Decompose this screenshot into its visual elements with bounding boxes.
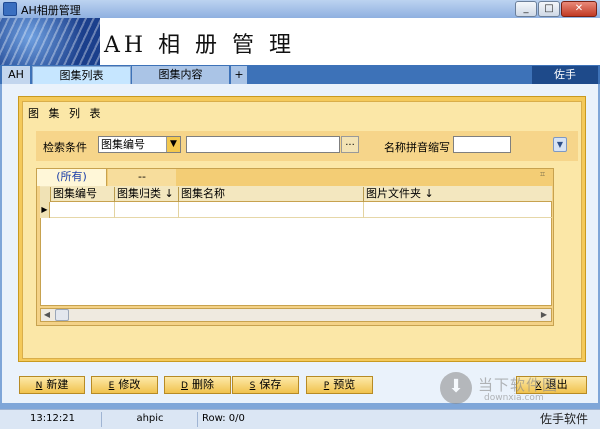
tab-album-content[interactable]: 图集内容 [132,66,229,84]
data-grid[interactable] [40,186,552,306]
column-header-image-folder[interactable]: 图片文件夹 ↓ [363,187,552,202]
watermark-url: downxia.com [484,393,544,403]
row-divider [114,202,115,218]
status-user: ahpic [103,412,198,427]
minimize-button[interactable]: _ [515,1,537,17]
grid-tab-all[interactable]: (所有) [37,169,107,186]
title-bar [0,0,600,18]
edit-button-key: E [108,381,115,391]
row-divider [178,202,179,218]
new-button-label: 新建 [46,378,69,391]
new-button[interactable]: N 新建 [19,376,85,394]
watermark-text: 当下软件园 [478,376,559,394]
app-icon [3,2,17,16]
status-time: 13:12:21 [4,412,102,427]
status-brand: 佐手软件 [540,412,589,426]
scroll-left-icon[interactable]: ◀ [41,309,53,321]
column-header-album-name[interactable]: 图集名称 [178,187,363,202]
grid-tab-dash[interactable]: -- [108,169,176,186]
delete-button[interactable]: D 删除 [164,376,231,394]
search-condition-label: 检索条件 [43,141,87,154]
scroll-right-icon[interactable]: ▶ [538,309,550,321]
chevron-down-icon[interactable]: ▼ [166,137,180,152]
tab-ah[interactable]: AH [2,66,30,84]
table-row[interactable] [50,217,552,218]
save-button-key: S [249,381,256,391]
edit-button-label: 修改 [118,378,141,391]
new-button-key: N [35,381,43,391]
banner-title: AH 相 册 管 理 [104,33,296,58]
panel-title: 图 集 列 表 [28,107,104,120]
row-divider [363,202,364,218]
download-icon: ⬇ [440,372,472,404]
pin-icon[interactable]: ⌗ [540,170,545,180]
preview-button-key: P [323,381,330,391]
tab-album-list[interactable]: 图集列表 [32,66,131,84]
delete-button-key: D [181,381,188,391]
delete-button-label: 删除 [191,378,214,391]
save-button-label: 保存 [259,378,282,391]
window-title: AH相册管理 [21,4,81,17]
brand-label: 佐手 [532,66,598,84]
row-indicator-icon: ▶ [40,202,50,218]
preview-button-label: 预览 [333,378,356,391]
save-button[interactable]: S 保存 [232,376,299,394]
pinyin-input[interactable] [453,136,511,153]
maximize-button[interactable]: □ [538,1,560,17]
search-input[interactable] [186,136,340,153]
preview-button[interactable]: P 预览 [306,376,373,394]
close-button[interactable]: ✕ [561,1,597,17]
status-row-count: Row: 0/0 [202,413,245,424]
column-header-album-id[interactable]: 图集编号 [50,187,114,202]
add-tab-button[interactable]: + [231,66,247,84]
pinyin-label: 名称拼音缩写 [384,141,450,154]
banner-art [0,18,100,65]
browse-button[interactable]: ... [341,136,359,153]
column-header-album-category[interactable]: 图集归类 ↓ [114,187,178,202]
edit-button[interactable]: E 修改 [91,376,158,394]
expand-dropdown-button[interactable]: ▼ [553,137,567,152]
horizontal-scrollbar[interactable] [40,308,552,322]
scrollbar-thumb[interactable] [55,309,69,321]
column-header-selector [40,187,50,202]
